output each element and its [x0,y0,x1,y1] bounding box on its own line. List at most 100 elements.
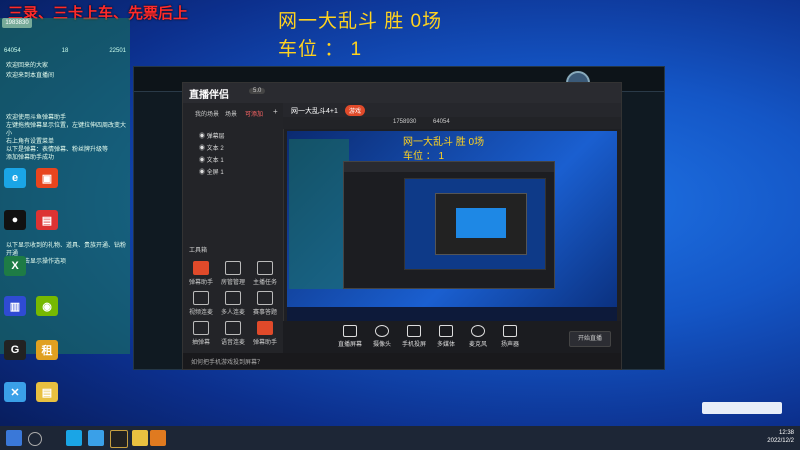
phone-icon [407,325,421,337]
app-icon[interactable] [150,430,166,446]
preview-stat-line2: 车位 ： 1 [403,151,445,162]
camera-button[interactable]: 摄像头 [367,325,397,348]
tool-multi-link[interactable]: 多人连麦 [219,291,247,316]
chat-line: 右上角有设置菜单 [6,139,55,145]
nested-chat-panel [289,139,349,289]
badge-label: 1983830 [2,18,32,28]
game-icon[interactable] [110,430,128,448]
start-live-button[interactable]: 开始直播 [569,331,611,347]
chat-line: 欢迎回来的大家 [6,63,49,69]
tencent-icon[interactable]: ▣ [36,168,58,188]
layer-item[interactable]: ◉ 全屏 1 [199,167,224,176]
tab-my-scenes[interactable]: 我的场景 [195,109,219,118]
win-count-text: 网一大乱斗 胜 0场 [278,11,443,32]
tool-quiz[interactable]: 赛事答题 [251,291,279,316]
stat-value: 22501 [109,48,126,54]
tool-icon [225,321,241,335]
chat-line: 欢迎使用斗鱼弹幕助手 [6,115,67,121]
microphone-button[interactable]: 麦克风 [463,325,493,348]
tool-label: 赛事答题 [252,310,277,316]
room-id: 1758930 [393,119,417,125]
nested-studio-window [343,161,555,289]
layer-label: 全屏 1 [206,170,224,176]
xbox-icon[interactable] [88,430,104,446]
stream-preview[interactable]: 网一大乱斗 胜 0场 车位 ： 1 [287,131,617,321]
tool-icon [257,261,273,275]
edge-icon[interactable]: e [4,168,26,188]
qq-icon[interactable]: ● [4,210,26,230]
speaker-button[interactable]: 扬声器 [495,325,525,348]
add-icon[interactable]: + [273,107,278,116]
room-title-bar: 网一大乱斗4+1 游戏 [283,103,621,117]
edge-icon[interactable] [66,430,82,446]
tool-icon [193,291,209,305]
tool-danmu-helper[interactable]: 弹幕助手 [187,261,215,286]
help-link[interactable]: 如何把手机游戏投到屏幕？ [191,357,263,366]
chat-stats: 64054 18 22501 [4,48,126,58]
preview-stat-line1: 网一大乱斗 胜 0场 [403,137,485,148]
tool-label: 弹幕助手 [252,340,277,346]
tool-icon [193,261,209,275]
tool-anchor-task[interactable]: 主播任务 [251,261,279,286]
viewer-count: 64054 [433,119,450,125]
tool-danmu-helper-2[interactable]: 弹幕助手 [251,321,279,346]
tool-label: 主播任务 [252,280,277,286]
camera-icon [375,325,389,337]
button-label: 手机投屏 [401,342,426,348]
layer-item[interactable]: ◉ 文本 1 [199,155,224,164]
chat-line: 欢迎来到本直播间 [6,73,55,79]
ime-toolbar[interactable] [702,402,782,414]
toolbox-label: 工具箱 [189,248,208,254]
button-label: 麦克风 [468,342,487,348]
media-button[interactable]: 多媒体 [431,325,461,348]
studio-logo: 直播伴侣 [189,90,229,101]
search-icon[interactable] [28,432,42,446]
button-label: 摄像头 [372,342,391,348]
excel-icon[interactable]: X [4,256,26,276]
speaker-icon [503,325,517,337]
red-app-icon[interactable]: ▤ [36,210,58,230]
folder-icon[interactable] [132,430,148,446]
tool-video-link[interactable]: 视频连麦 [187,291,215,316]
system-clock[interactable]: 12:38 2022/12/2 [767,429,794,445]
play-icon [439,325,453,337]
tool-label: 房管管理 [220,280,245,286]
tab-addable[interactable]: 可添加 [245,109,263,118]
game-icon[interactable]: G [4,340,26,360]
clock-date: 2022/12/2 [767,438,794,444]
chat-line: 以下是弹幕：表情弹幕、粉丝牌升级等 [6,147,109,153]
layer-label: 弹幕层 [206,134,225,140]
desktop-icon-group: e [4,168,26,188]
phone-cast-button[interactable]: 手机投屏 [399,325,429,348]
windows-start-icon[interactable] [6,430,22,446]
layer-item[interactable]: ◉ 文本 2 [199,143,224,152]
file-icon[interactable]: ▤ [36,382,58,402]
nvidia-icon[interactable]: ◉ [36,296,58,316]
layer-label: 文本 1 [206,158,224,164]
tab-scenes[interactable]: 场景 [225,109,237,118]
layer-item[interactable]: ◉ 弹幕层 [199,131,225,140]
tool-room-admin[interactable]: 房管管理 [219,261,247,286]
tool-label: 语音连麦 [220,340,245,346]
app-icon[interactable]: ▥ [4,296,26,316]
tool-draw-danmu[interactable]: 抽弹幕 [187,321,215,346]
tool-voice-link[interactable]: 语音连麦 [219,321,247,346]
category-badge[interactable]: 游戏 [345,105,366,116]
live-studio-window[interactable]: 直播伴侣 5.0 我的场景 场景 可添加 + ◉ 弹幕层 ◉ 文本 2 ◉ 文本… [182,82,622,370]
screen-capture-button[interactable]: 直播屏幕 [335,325,365,348]
room-title[interactable]: 网一大乱斗4+1 [291,106,338,116]
studio-title-bar: 直播伴侣 5.0 [183,83,621,103]
game-icon[interactable]: 租 [36,340,58,360]
button-label: 直播屏幕 [337,342,362,348]
taskbar: 12:38 2022/12/2 [0,426,800,450]
tool-icon [257,321,273,335]
status-bar: 如何把手机游戏投到屏幕？ [183,353,621,369]
xbox-icon[interactable]: ✕ [4,382,26,402]
tool-label: 抽弹幕 [191,340,210,346]
stat-value: 64054 [4,48,21,54]
seat-count-text: 车位 ： 1 [278,39,363,60]
mic-icon [471,325,485,337]
monitor-icon [343,325,357,337]
button-label: 多媒体 [436,342,455,348]
scene-panel: 我的场景 场景 可添加 + ◉ 弹幕层 ◉ 文本 2 ◉ 文本 1 ◉ 全屏 1… [183,103,284,353]
